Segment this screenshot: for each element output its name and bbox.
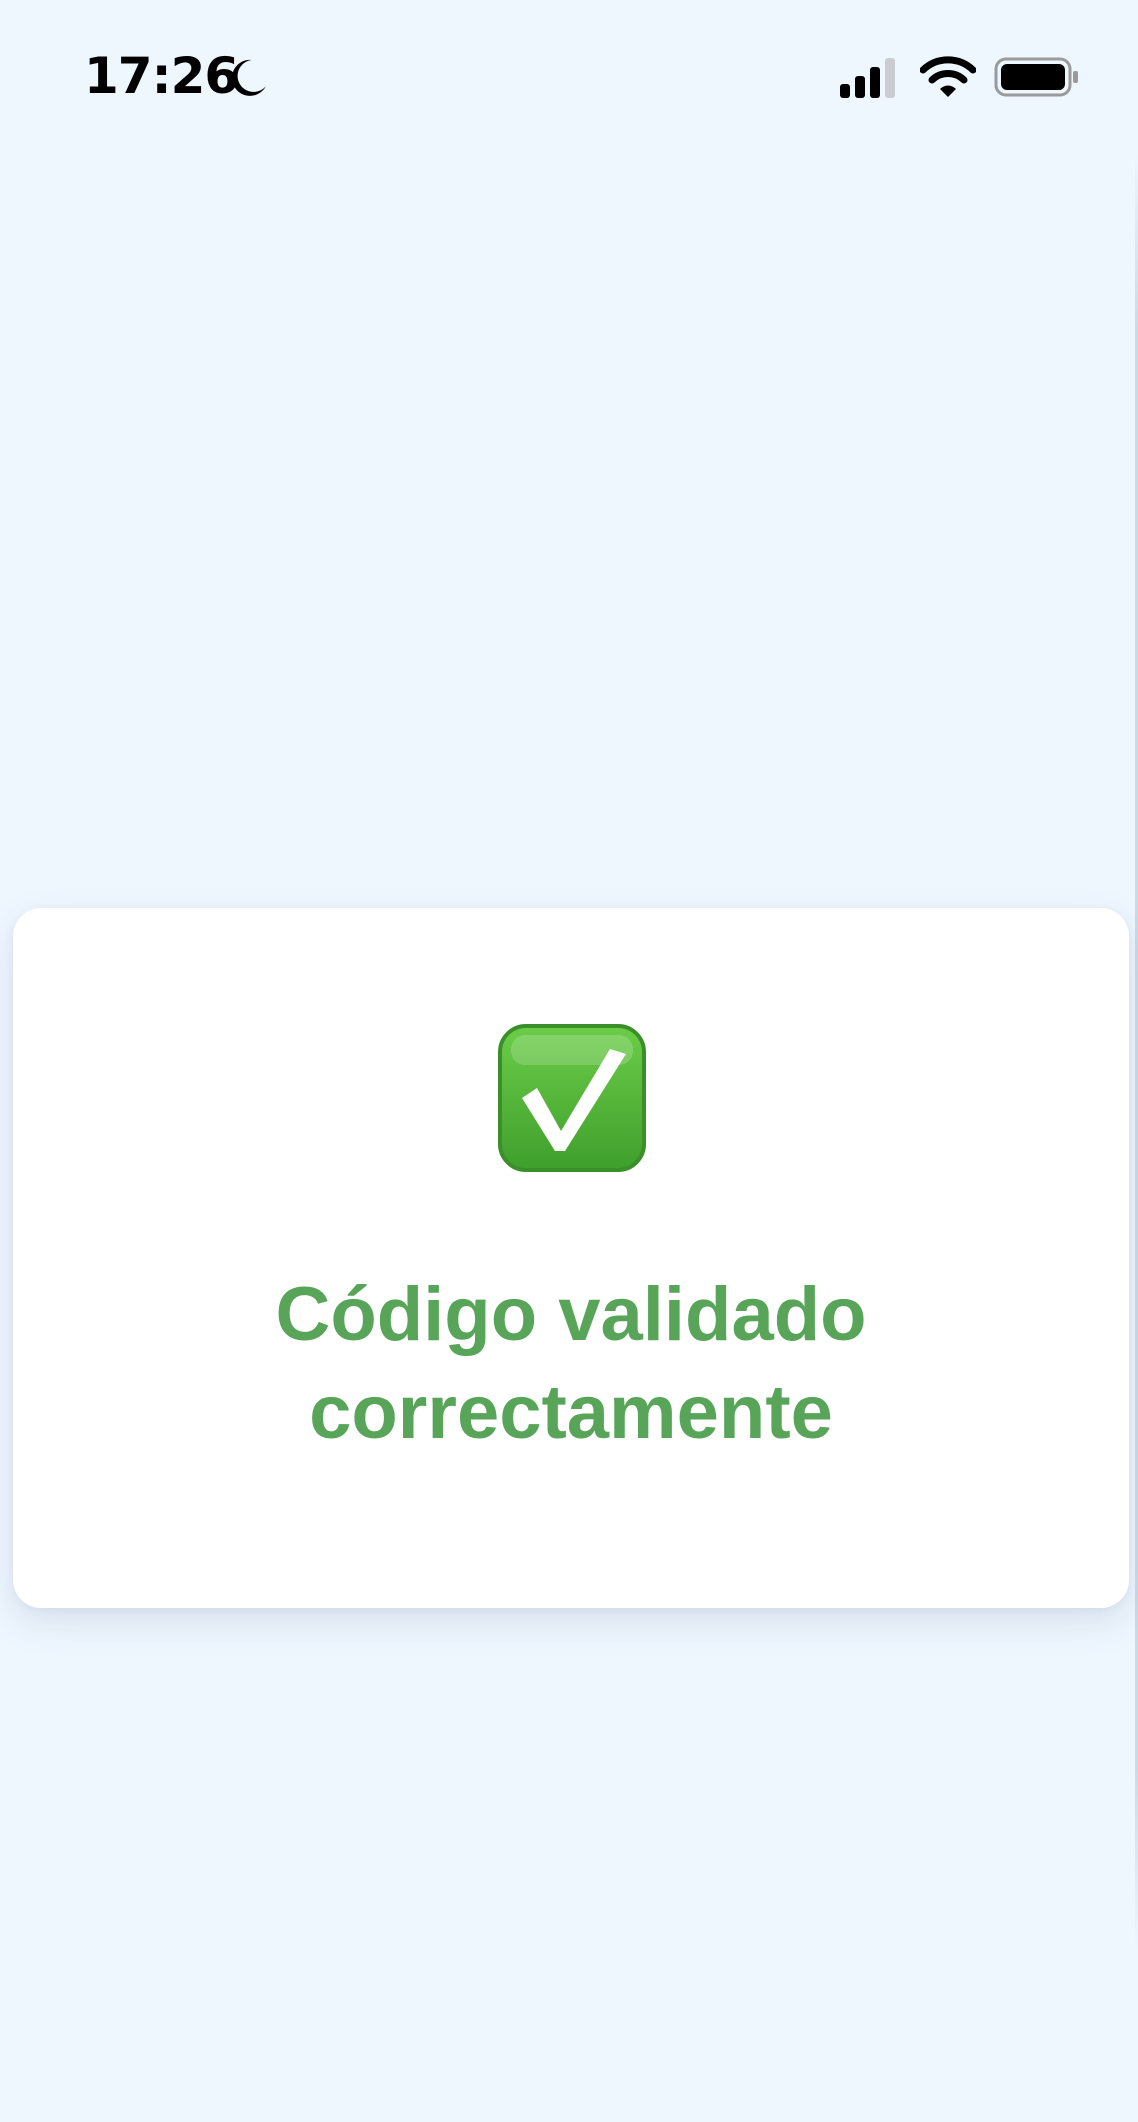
moon-icon <box>231 59 266 96</box>
wifi-icon <box>920 56 976 97</box>
check-mark-button-icon <box>498 1024 646 1172</box>
result-card: Código validado correctamente <box>13 908 1129 1608</box>
success-message: Código validado correctamente <box>13 1266 1129 1462</box>
success-message-line-2: correctamente <box>309 1370 833 1455</box>
cellular-signal-icon <box>840 58 895 98</box>
battery-icon <box>994 57 1078 97</box>
status-time: 17:26 <box>84 47 239 105</box>
success-message-line-1: Código validado <box>275 1272 867 1357</box>
status-bar: 17:26 <box>0 0 1138 150</box>
